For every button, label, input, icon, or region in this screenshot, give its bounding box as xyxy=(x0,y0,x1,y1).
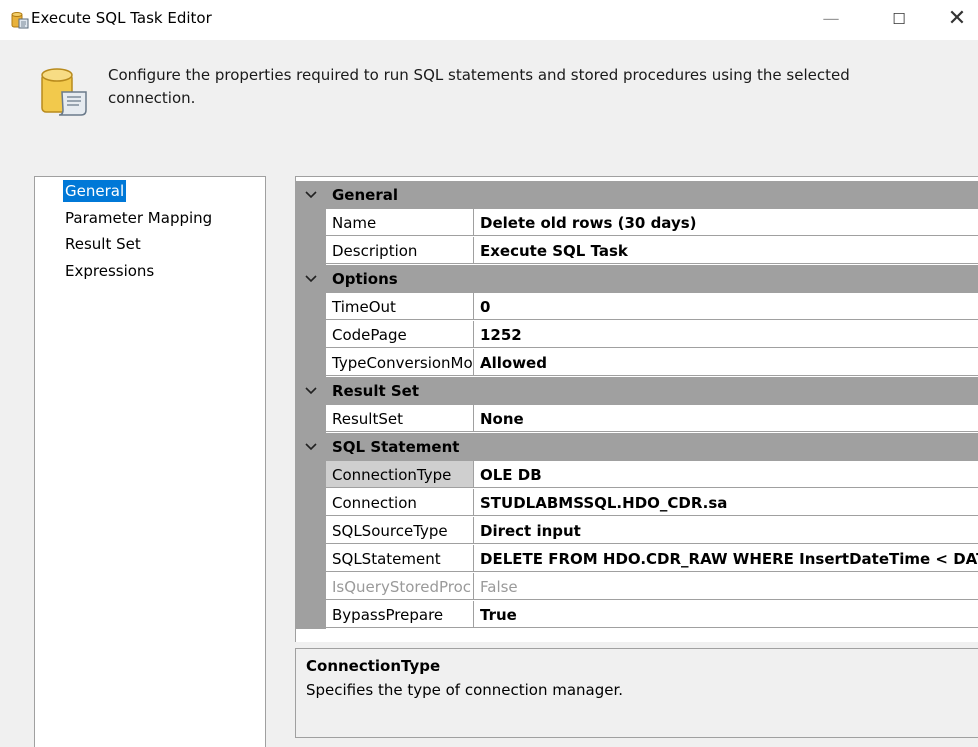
category-sql-statement[interactable]: SQL Statement xyxy=(296,433,978,461)
close-button[interactable]: ✕ xyxy=(934,0,978,40)
category-options[interactable]: Options xyxy=(296,265,978,293)
chevron-down-icon[interactable] xyxy=(304,268,318,288)
property-row-resultset[interactable]: ResultSet None xyxy=(296,405,978,433)
property-description-panel: ConnectionType Specifies the type of con… xyxy=(295,648,978,738)
nav-item-result-set[interactable]: Result Set xyxy=(63,233,143,255)
window-title: Execute SQL Task Editor xyxy=(31,9,212,27)
property-value[interactable]: None xyxy=(474,405,978,432)
property-row-codepage[interactable]: CodePage 1252 xyxy=(296,321,978,349)
category-label: General xyxy=(332,186,398,204)
property-name[interactable]: Connection xyxy=(326,489,474,516)
property-row-timeout[interactable]: TimeOut 0 xyxy=(296,293,978,321)
maximize-button[interactable]: ☐ xyxy=(876,0,922,40)
property-value[interactable]: OLE DB xyxy=(474,461,978,488)
dialog-header: Configure the properties required to run… xyxy=(0,40,978,160)
property-name[interactable]: SQLSourceType xyxy=(326,517,474,544)
property-row-typeconversionmode[interactable]: TypeConversionMo Allowed xyxy=(296,349,978,377)
property-name[interactable]: TimeOut xyxy=(326,293,474,320)
property-value[interactable]: DELETE FROM HDO.CDR_RAW WHERE InsertDate… xyxy=(474,545,978,572)
property-row-description[interactable]: Description Execute SQL Task xyxy=(296,237,978,265)
property-value[interactable]: Delete old rows (30 days) xyxy=(474,209,978,236)
database-scroll-icon xyxy=(41,68,87,116)
header-description: Configure the properties required to run… xyxy=(108,66,850,107)
page-navigation: General Parameter Mapping Result Set Exp… xyxy=(34,176,266,747)
property-name[interactable]: CodePage xyxy=(326,321,474,348)
ssis-task-icon xyxy=(11,12,29,29)
property-row-connection[interactable]: Connection STUDLABMSSQL.HDO_CDR.sa xyxy=(296,489,978,517)
property-name: IsQueryStoredProc xyxy=(326,573,474,600)
property-name[interactable]: ConnectionType xyxy=(326,461,474,488)
property-value[interactable]: Execute SQL Task xyxy=(474,237,978,264)
property-value[interactable]: STUDLABMSSQL.HDO_CDR.sa xyxy=(474,489,978,516)
property-row-sqlstatement[interactable]: SQLStatement DELETE FROM HDO.CDR_RAW WHE… xyxy=(296,545,978,573)
property-name[interactable]: TypeConversionMo xyxy=(326,349,474,376)
property-row-name[interactable]: Name Delete old rows (30 days) xyxy=(296,209,978,237)
property-row-bypassprepare[interactable]: BypassPrepare True xyxy=(296,601,978,629)
property-value[interactable]: True xyxy=(474,601,978,628)
nav-item-general[interactable]: General xyxy=(63,180,127,202)
property-value[interactable]: 0 xyxy=(474,293,978,320)
nav-item-parameter-mapping[interactable]: Parameter Mapping xyxy=(63,207,214,229)
minimize-button[interactable]: — xyxy=(808,0,854,40)
property-grid: General Name Delete old rows (30 days) D… xyxy=(295,176,978,642)
category-label: SQL Statement xyxy=(332,438,460,456)
property-value[interactable]: Direct input xyxy=(474,517,978,544)
property-name[interactable]: Name xyxy=(326,209,474,236)
category-label: Result Set xyxy=(332,382,420,400)
property-name[interactable]: BypassPrepare xyxy=(326,601,474,628)
category-label: Options xyxy=(332,270,398,288)
chevron-down-icon[interactable] xyxy=(304,436,318,456)
title-bar: Execute SQL Task Editor — ☐ ✕ xyxy=(0,0,978,40)
property-name[interactable]: SQLStatement xyxy=(326,545,474,572)
property-name[interactable]: ResultSet xyxy=(326,405,474,432)
category-result-set[interactable]: Result Set xyxy=(296,377,978,405)
property-value[interactable]: Allowed xyxy=(474,349,978,376)
chevron-down-icon[interactable] xyxy=(304,184,318,204)
category-general[interactable]: General xyxy=(296,181,978,209)
property-value[interactable]: 1252 xyxy=(474,321,978,348)
property-row-connectiontype[interactable]: ConnectionType OLE DB xyxy=(296,461,978,489)
property-row-isquerystoredproc: IsQueryStoredProc False xyxy=(296,573,978,601)
property-value: False xyxy=(474,573,978,600)
property-name[interactable]: Description xyxy=(326,237,474,264)
nav-item-expressions[interactable]: Expressions xyxy=(63,260,156,282)
description-title: ConnectionType xyxy=(306,657,441,675)
chevron-down-icon[interactable] xyxy=(304,380,318,400)
description-text: Specifies the type of connection manager… xyxy=(306,681,624,699)
property-row-sqlsourcetype[interactable]: SQLSourceType Direct input xyxy=(296,517,978,545)
